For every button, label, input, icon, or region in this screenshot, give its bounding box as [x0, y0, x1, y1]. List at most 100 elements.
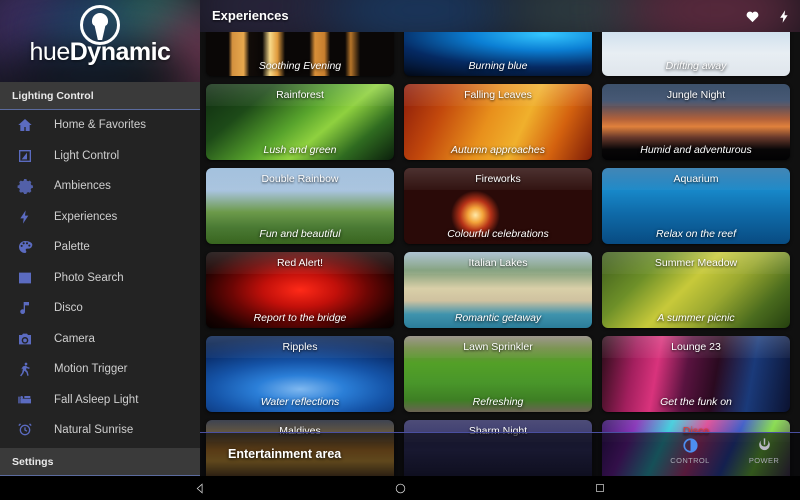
experience-card-subtitle: Relax on the reef — [656, 228, 736, 240]
experience-card-subtitle: A summer picnic — [657, 312, 735, 324]
circle-home-icon — [395, 483, 405, 493]
square-recents-icon — [596, 484, 604, 492]
experience-card[interactable]: Soothing Evening — [206, 32, 394, 76]
sidebar-item-label: Fall Asleep Light — [54, 393, 139, 406]
sidebar-item-motion-trigger[interactable]: Motion Trigger — [0, 354, 200, 385]
experience-card[interactable]: Falling Leaves Autumn approaches — [404, 84, 592, 160]
experience-card-title: Jungle Night — [602, 84, 790, 106]
experience-card-subtitle: Soothing Evening — [258, 60, 342, 72]
home-icon — [14, 114, 36, 136]
sidebar-item-disco[interactable]: Disco — [0, 293, 200, 324]
light-control-icon — [14, 145, 36, 167]
experience-card-subtitle: Colourful celebrations — [447, 228, 549, 240]
sidebar-section-settings[interactable]: Settings — [0, 448, 200, 476]
experience-card-subtitle: Fun and beautiful — [259, 228, 341, 240]
triangle-back-icon — [196, 482, 203, 494]
sidebar-item-camera[interactable]: Camera — [0, 324, 200, 355]
experience-card-subtitle: Romantic getaway — [454, 312, 542, 324]
experience-card[interactable]: Double Rainbow Fun and beautiful — [206, 168, 394, 244]
page-title: Experiences — [212, 8, 289, 23]
power-icon — [755, 436, 773, 454]
power-button[interactable]: POWER — [738, 436, 790, 465]
bolt-icon[interactable] — [776, 8, 792, 24]
experience-card[interactable]: Jungle Night Humid and adventurous — [602, 84, 790, 160]
experience-card-title: Ripples — [206, 336, 394, 358]
app-header: Experiences — [200, 0, 800, 32]
sidebar-item-label: Palette — [54, 241, 90, 254]
sidebar-item-light-control[interactable]: Light Control — [0, 141, 200, 172]
entertainment-area-bar[interactable]: Entertainment area CONTROL POWER — [200, 432, 800, 476]
logo-text-light: hue — [29, 38, 71, 66]
sidebar-item-label: Ambiences — [54, 180, 111, 193]
sidebar-item-photo-search[interactable]: Photo Search — [0, 263, 200, 294]
experiences-grid-area[interactable]: Soothing Evening Burning blue Drifting awa… — [200, 32, 800, 476]
power-button-label: POWER — [748, 456, 780, 465]
experience-card[interactable]: Burning blue — [404, 32, 592, 76]
recents-button[interactable] — [500, 482, 700, 494]
experience-card-subtitle: Water reflections — [260, 396, 340, 408]
experience-card[interactable]: Drifting away — [602, 32, 790, 76]
logo-text-bold: Dynamic — [69, 38, 171, 66]
sidebar-section-lighting-control: Lighting Control — [0, 82, 200, 110]
experiences-grid: Soothing Evening Burning blue Drifting awa… — [200, 32, 800, 476]
experience-card-title: Lounge 23 — [602, 336, 790, 358]
sidebar-item-label: Experiences — [54, 210, 118, 223]
header-bg-blob — [320, 0, 520, 32]
bed-icon — [14, 389, 36, 411]
experience-card-subtitle: Lush and green — [263, 144, 337, 156]
experience-card-title: Red Alert! — [206, 252, 394, 274]
sidebar-item-label: Photo Search — [54, 271, 124, 284]
sidebar-item-label: Camera — [54, 332, 95, 345]
sidebar-item-label: Disco — [54, 302, 83, 315]
experience-card[interactable]: Lawn Sprinkler Refreshing — [404, 336, 592, 412]
sidebar-item-label: Natural Sunrise — [54, 424, 134, 437]
experience-card-subtitle: Report to the bridge — [253, 312, 347, 324]
sidebar-item-label: Light Control — [54, 149, 120, 162]
experience-card-title: Italian Lakes — [404, 252, 592, 274]
sidebar-item-home-favorites[interactable]: Home & Favorites — [0, 110, 200, 141]
experience-card-title: Lawn Sprinkler — [404, 336, 592, 358]
back-button[interactable] — [100, 482, 300, 495]
experience-card[interactable]: Rainforest Lush and green — [206, 84, 394, 160]
experience-card-title: Aquarium — [602, 168, 790, 190]
experience-card-title: Double Rainbow — [206, 168, 394, 190]
app-logo-area: hueDynamic — [0, 0, 200, 82]
gear-icon — [14, 175, 36, 197]
sidebar-item-palette[interactable]: Palette — [0, 232, 200, 263]
experience-card-title: Falling Leaves — [404, 84, 592, 106]
experience-card[interactable]: Fireworks Colourful celebrations — [404, 168, 592, 244]
experience-card[interactable]: Lounge 23 Get the funk on — [602, 336, 790, 412]
entertainment-area-actions: CONTROL POWER — [664, 436, 790, 465]
experience-card-title: Rainforest — [206, 84, 394, 106]
music-note-icon — [14, 297, 36, 319]
experience-card-title: Fireworks — [404, 168, 592, 190]
control-button[interactable]: CONTROL — [664, 436, 716, 465]
experience-card[interactable]: Summer Meadow A summer picnic — [602, 252, 790, 328]
experience-card[interactable]: Red Alert! Report to the bridge — [206, 252, 394, 328]
experience-card-subtitle: Burning blue — [468, 60, 528, 72]
photo-icon — [14, 267, 36, 289]
experience-card-subtitle: Drifting away — [665, 60, 727, 72]
android-navigation-bar — [0, 476, 800, 500]
control-button-label: CONTROL — [670, 456, 710, 465]
walking-person-icon — [14, 358, 36, 380]
camera-icon — [14, 328, 36, 350]
sidebar-item-label: Home & Favorites — [54, 119, 147, 132]
experience-card[interactable]: Ripples Water reflections — [206, 336, 394, 412]
palette-icon — [14, 236, 36, 258]
sidebar-item-natural-sunrise[interactable]: Natural Sunrise — [0, 415, 200, 446]
experience-card-subtitle: Humid and adventurous — [640, 144, 752, 156]
sidebar-item-label: Motion Trigger — [54, 363, 128, 376]
bolt-icon — [14, 206, 36, 228]
home-button[interactable] — [300, 482, 500, 495]
experience-card[interactable]: Italian Lakes Romantic getaway — [404, 252, 592, 328]
sidebar-item-ambiences[interactable]: Ambiences — [0, 171, 200, 202]
experience-card-subtitle: Autumn approaches — [451, 144, 545, 156]
sidebar-item-experiences[interactable]: Experiences — [0, 202, 200, 233]
experience-card[interactable]: Aquarium Relax on the reef — [602, 168, 790, 244]
heart-icon[interactable] — [744, 8, 760, 24]
sidebar-item-fall-asleep-light[interactable]: Fall Asleep Light — [0, 385, 200, 416]
entertainment-area-title: Entertainment area — [228, 447, 342, 461]
brightness-icon — [681, 436, 699, 454]
sidebar: hueDynamic Lighting Control Home & Favor… — [0, 0, 200, 476]
